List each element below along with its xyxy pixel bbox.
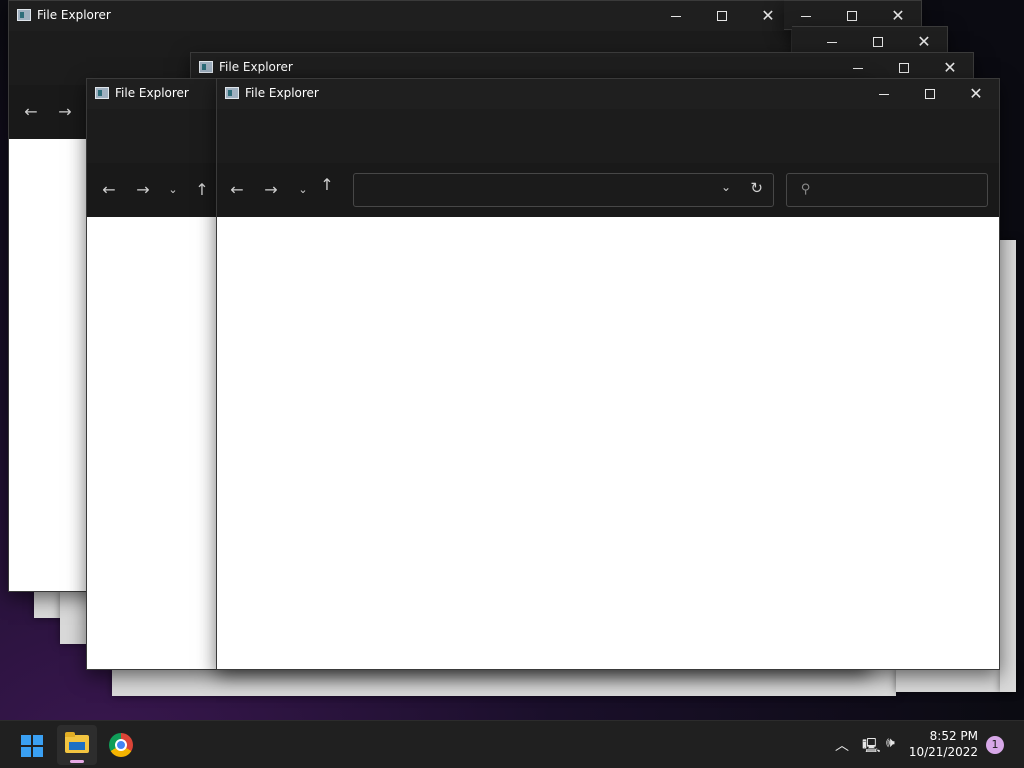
minimize-icon — [671, 15, 681, 17]
close-button[interactable]: ✕ — [953, 79, 999, 109]
file-explorer-app-icon — [199, 61, 213, 73]
minimize-icon — [801, 15, 811, 17]
arrow-right-icon: → — [136, 180, 150, 199]
forward-button[interactable]: → — [53, 100, 77, 124]
minimize-icon — [879, 93, 889, 95]
navigation-bar: ← → ⌄ ↑ ⌄ ↻ ⚲ — [217, 163, 999, 217]
file-explorer-app-icon — [17, 9, 31, 21]
title-bar[interactable]: File Explorer ✕ — [9, 1, 791, 31]
back-button[interactable]: ← — [97, 178, 121, 202]
file-explorer-app-icon — [225, 87, 239, 99]
recent-locations-button[interactable]: ⌄ — [161, 178, 185, 202]
search-input[interactable] — [821, 180, 979, 200]
windows-logo-icon — [21, 735, 43, 757]
close-icon: ✕ — [943, 58, 957, 77]
forward-button[interactable]: → — [131, 178, 155, 202]
maximize-button[interactable] — [699, 1, 745, 31]
close-icon: ✕ — [761, 6, 775, 25]
start-button[interactable] — [12, 725, 52, 765]
chrome-icon — [109, 733, 133, 757]
file-explorer-app-icon — [95, 87, 109, 99]
taskbar-chrome-button[interactable] — [101, 725, 141, 765]
minimize-icon — [853, 67, 863, 69]
window-ghost — [1000, 240, 1016, 692]
up-button[interactable]: ↑ — [190, 178, 214, 202]
maximize-icon — [925, 89, 935, 99]
window-title: File Explorer — [37, 8, 111, 22]
close-icon: ✕ — [917, 32, 931, 51]
back-button[interactable]: ← — [19, 100, 43, 124]
volume-icon[interactable]: 🕪 — [886, 735, 895, 751]
clock-date: 10/21/2022 — [908, 745, 978, 759]
arrow-right-icon: → — [264, 180, 278, 199]
notification-badge[interactable]: 1 — [986, 736, 1004, 754]
clock-time: 8:52 PM — [929, 729, 978, 743]
refresh-icon[interactable]: ↻ — [750, 179, 763, 197]
address-bar[interactable]: ⌄ ↻ — [353, 173, 774, 207]
arrow-left-icon: ← — [24, 102, 38, 121]
content-pane[interactable] — [217, 217, 999, 669]
address-history-chevron-icon[interactable]: ⌄ — [721, 180, 731, 194]
maximize-icon — [847, 11, 857, 21]
maximize-icon — [873, 37, 883, 47]
window-title: File Explorer — [219, 60, 293, 74]
minimize-button[interactable] — [861, 79, 907, 109]
back-button[interactable]: ← — [225, 178, 249, 202]
forward-button[interactable]: → — [259, 178, 283, 202]
chevron-down-icon: ⌄ — [298, 183, 308, 196]
up-button[interactable]: ↑ — [315, 173, 339, 197]
window-title: File Explorer — [245, 86, 319, 100]
arrow-up-icon: ↑ — [195, 180, 209, 199]
maximize-icon — [899, 63, 909, 73]
window-ghost — [896, 668, 1016, 692]
show-hidden-icons-chevron-icon[interactable]: ︿ — [835, 735, 849, 755]
minimize-icon — [827, 41, 837, 43]
search-box[interactable]: ⚲ — [786, 173, 988, 207]
arrow-up-icon: ↑ — [320, 175, 334, 194]
maximize-icon — [717, 11, 727, 21]
close-icon: ✕ — [969, 84, 983, 103]
clock[interactable]: 8:52 PM 10/21/2022 — [909, 728, 978, 760]
folder-icon — [65, 732, 89, 753]
taskbar-file-explorer-button[interactable] — [57, 725, 97, 765]
recent-locations-button[interactable]: ⌄ — [291, 178, 315, 202]
close-icon: ✕ — [891, 6, 905, 25]
arrow-left-icon: ← — [102, 180, 116, 199]
minimize-button[interactable] — [653, 1, 699, 31]
title-bar[interactable]: File Explorer ✕ — [217, 79, 999, 109]
arrow-left-icon: ← — [230, 180, 244, 199]
chevron-down-icon: ⌄ — [168, 183, 178, 196]
window-title: File Explorer — [115, 86, 189, 100]
arrow-right-icon: → — [58, 102, 72, 121]
maximize-button[interactable] — [907, 79, 953, 109]
window-ghost — [112, 668, 896, 696]
network-icon[interactable]: 🖳 — [862, 735, 881, 759]
active-indicator — [70, 760, 84, 763]
taskbar: ︿ 🖳 🕪 8:52 PM 10/21/2022 1 — [0, 720, 1024, 768]
file-explorer-window-active[interactable]: File Explorer ✕ ← → ⌄ ↑ ⌄ ↻ ⚲ — [216, 78, 1000, 670]
search-icon: ⚲ — [801, 182, 811, 197]
